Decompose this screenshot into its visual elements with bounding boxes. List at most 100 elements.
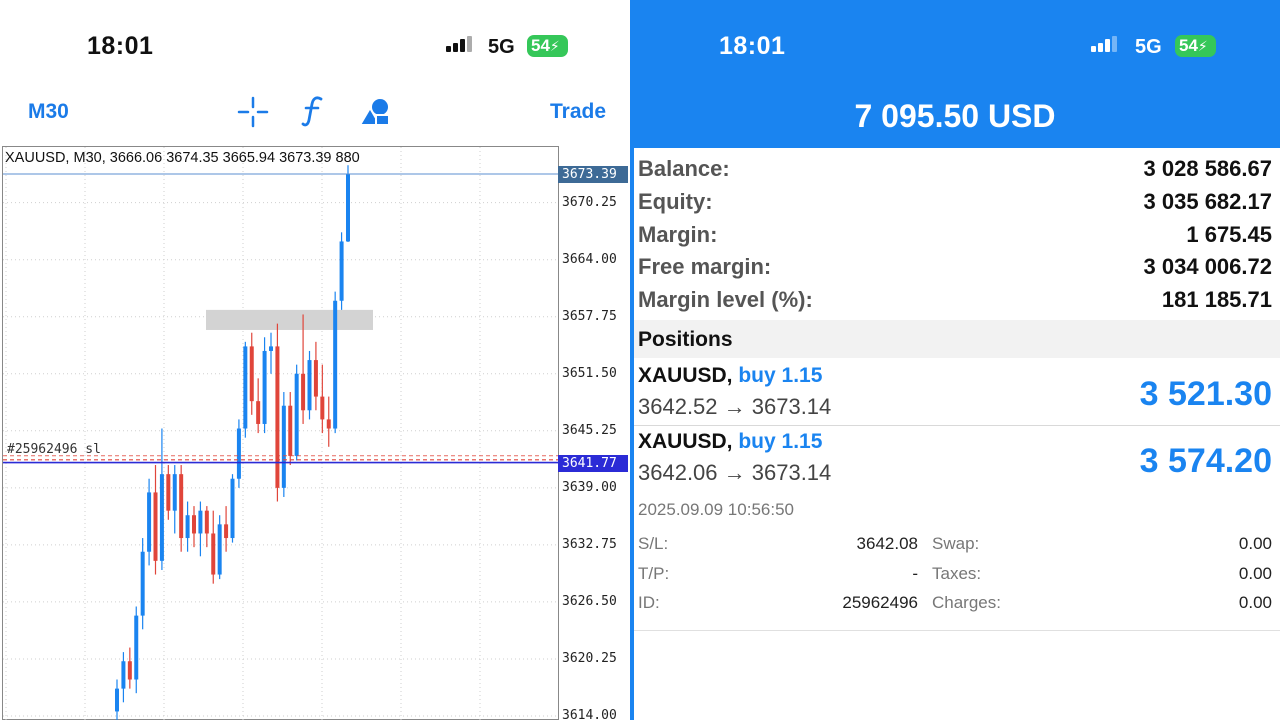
price-axis-label: 3614.00 [562, 708, 617, 720]
candle-body [153, 492, 158, 561]
battery-level: 54 [531, 36, 550, 55]
network-type: 5G [488, 36, 515, 58]
charging-bolt-icon: ⚡ [1197, 38, 1208, 54]
free-margin-value: 3 034 006.72 [1143, 254, 1272, 279]
equity-label: Equity: [638, 189, 713, 214]
crosshair-icon[interactable] [237, 96, 269, 133]
candle-body [140, 551, 145, 616]
candlestick-chart[interactable] [2, 146, 630, 720]
status-bar: 18:01 5G 54⚡ [0, 0, 630, 95]
candle-body [217, 524, 222, 575]
price-axis-label: 3651.50 [562, 365, 617, 381]
chart-area[interactable] [2, 146, 630, 720]
price-axis-label: 3626.50 [562, 593, 617, 609]
margin-level-value: 181 185.71 [1161, 287, 1272, 312]
charging-bolt-icon: ⚡ [549, 38, 560, 54]
taxes-value: 0.00 [1238, 564, 1272, 583]
resistance-zone [206, 309, 373, 330]
status-bar: 18:01 5G 54⚡ [630, 0, 1280, 95]
candle-body [204, 510, 209, 534]
sl-value: 3642.08 [856, 534, 918, 553]
margin-level-label: Margin level (%): [638, 287, 813, 312]
account-row-equity: Equity: 3 035 682.17 [638, 185, 1272, 217]
status-time: 18:01 [87, 32, 154, 60]
chart-frame-border [2, 146, 559, 720]
account-row-free-margin: Free margin: 3 034 006.72 [638, 250, 1272, 282]
candle-body [333, 300, 338, 429]
candle-body [243, 346, 248, 429]
position-side: buy 1.15 [738, 430, 823, 453]
price-axis-label: 3645.25 [562, 422, 617, 438]
candle-body [288, 405, 293, 456]
candle-body [339, 241, 344, 301]
tp-value: - [912, 564, 918, 583]
margin-value: 1 675.45 [1186, 222, 1272, 247]
candle-body [236, 428, 241, 479]
candle-body [179, 474, 184, 539]
candle-body [262, 350, 267, 424]
candle-body [147, 492, 152, 552]
candle-body [294, 373, 299, 456]
candle-body [166, 474, 171, 511]
margin-label: Margin: [638, 222, 718, 247]
timeframe-button[interactable]: M30 [28, 100, 69, 124]
id-value: 25962496 [842, 593, 918, 612]
free-margin-label: Free margin: [638, 254, 772, 279]
candle-body [326, 419, 331, 429]
swap-value: 0.00 [1238, 534, 1272, 553]
objects-icon[interactable] [358, 96, 392, 133]
candle-body [192, 515, 196, 534]
price-axis-label: 3632.75 [562, 536, 617, 552]
price-axis-label: 3620.25 [562, 650, 617, 666]
position-prices: 3642.52 → 3673.14 [638, 394, 832, 419]
network-type: 5G [1135, 36, 1162, 58]
account-row-balance: Balance: 3 028 586.67 [638, 152, 1272, 184]
position-row[interactable]: XAUUSD, buy 1.15 3642.06 → 3673.14 3 574… [634, 427, 1280, 491]
indicators-icon[interactable] [301, 94, 327, 133]
candle-body [307, 360, 312, 411]
price-axis-label: 3670.25 [562, 194, 617, 210]
candle-body [172, 474, 177, 511]
position-price-badge: 3641.77 [558, 454, 628, 472]
position-profit: 3 574.20 [1139, 442, 1272, 480]
trade-button[interactable]: Trade [550, 100, 606, 124]
position-prices: 3642.06 → 3673.14 [638, 460, 832, 485]
positions-section-header: Positions [634, 320, 1280, 358]
chart-ohlc-info: XAUUSD, M30, 3666.06 3674.35 3665.94 367… [5, 150, 360, 166]
divider [634, 630, 1280, 631]
balance-label: Balance: [638, 156, 730, 181]
candle-body [230, 478, 235, 539]
position-symbol: XAUUSD, [638, 430, 733, 453]
account-row-margin: Margin: 1 675.45 [638, 218, 1272, 250]
equity-value: 3 035 682.17 [1143, 189, 1272, 214]
battery-icon: 54⚡ [1175, 35, 1216, 57]
position-side: buy 1.15 [738, 364, 823, 387]
candle-body [275, 346, 280, 488]
positions-title: Positions [638, 328, 733, 351]
candle-body [115, 688, 119, 712]
candle-body [198, 510, 203, 534]
position-row[interactable]: XAUUSD, buy 1.15 3642.52 → 3673.14 3 521… [634, 360, 1280, 424]
tp-label: T/P: [638, 564, 670, 583]
chart-pane: 18:01 5G 54⚡ M30 Trade XAUUSD, M30, 3666… [0, 0, 630, 720]
candle-body [320, 396, 325, 420]
sl-label: S/L: [638, 534, 669, 553]
divider [634, 425, 1280, 426]
candle-body [127, 661, 132, 680]
candle-body [256, 401, 261, 424]
taxes-label: Taxes: [932, 564, 982, 583]
position-open-time: 2025.09.09 10:56:50 [638, 500, 794, 519]
candle-body [269, 346, 273, 351]
candle-body [313, 360, 318, 397]
position-symbol: XAUUSD, [638, 364, 733, 387]
candle-body [134, 615, 139, 680]
candle-body [121, 661, 126, 689]
candle-body [159, 474, 164, 561]
charges-value: 0.00 [1238, 593, 1272, 612]
position-ticket-label: #25962496 sl [7, 442, 101, 457]
battery-level: 54 [1179, 36, 1198, 55]
price-axis-label: 3664.00 [562, 251, 617, 267]
swap-label: Swap: [932, 534, 980, 553]
current-price-badge: 3673.39 [558, 166, 628, 183]
price-axis-label: 3657.75 [562, 308, 617, 324]
